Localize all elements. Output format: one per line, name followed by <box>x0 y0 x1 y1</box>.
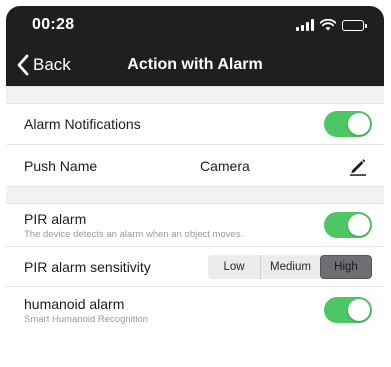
sensitivity-option-high[interactable]: High <box>320 254 372 279</box>
wifi-icon <box>320 19 336 31</box>
pir-sensitivity-row: PIR alarm sensitivity Low Medium High <box>6 247 384 287</box>
sensitivity-segmented-control: Low Medium High <box>208 254 372 279</box>
toggle-knob <box>348 299 370 321</box>
humanoid-alarm-row: humanoid alarm Smart Humanoid Recognitio… <box>6 287 384 333</box>
chevron-left-icon <box>17 54 29 76</box>
pencil-edit-icon[interactable] <box>348 156 368 176</box>
toggle-knob <box>348 214 370 236</box>
sensitivity-option-low[interactable]: Low <box>208 255 260 279</box>
status-icons <box>296 19 367 31</box>
humanoid-alarm-label: humanoid alarm <box>24 295 125 312</box>
section-separator <box>6 86 384 104</box>
navigation-bar: Back Action with Alarm <box>6 44 384 86</box>
humanoid-alarm-description: Smart Humanoid Recognition <box>24 313 149 325</box>
back-button[interactable]: Back <box>16 44 71 86</box>
settings-list: Alarm Notifications Push Name Camera PIR… <box>6 86 384 367</box>
signal-bars-icon <box>296 19 314 31</box>
section-separator <box>6 186 384 204</box>
pir-sensitivity-label: PIR alarm sensitivity <box>24 258 151 275</box>
pir-alarm-toggle[interactable] <box>324 212 372 238</box>
push-name-row: Push Name Camera <box>6 145 384 186</box>
humanoid-alarm-texts: humanoid alarm Smart Humanoid Recognitio… <box>24 296 148 325</box>
alarm-notifications-row: Alarm Notifications <box>6 104 384 145</box>
status-time: 00:28 <box>32 16 75 33</box>
back-label: Back <box>33 55 71 74</box>
status-bar: 00:28 <box>6 6 384 44</box>
toggle-knob <box>348 113 370 135</box>
pir-alarm-row: PIR alarm The device detects an alarm wh… <box>6 204 384 247</box>
pir-alarm-texts: PIR alarm The device detects an alarm wh… <box>24 211 243 240</box>
battery-icon <box>342 19 367 31</box>
push-name-value: Camera <box>200 157 250 174</box>
humanoid-alarm-toggle[interactable] <box>324 297 372 323</box>
alarm-notifications-label: Alarm Notifications <box>24 116 141 132</box>
pir-alarm-label: PIR alarm <box>24 210 87 227</box>
sensitivity-option-medium[interactable]: Medium <box>260 254 320 279</box>
push-name-label: Push Name <box>24 157 98 174</box>
pir-alarm-description: The device detects an alarm when an obje… <box>24 228 244 240</box>
alarm-notifications-toggle[interactable] <box>324 111 372 137</box>
